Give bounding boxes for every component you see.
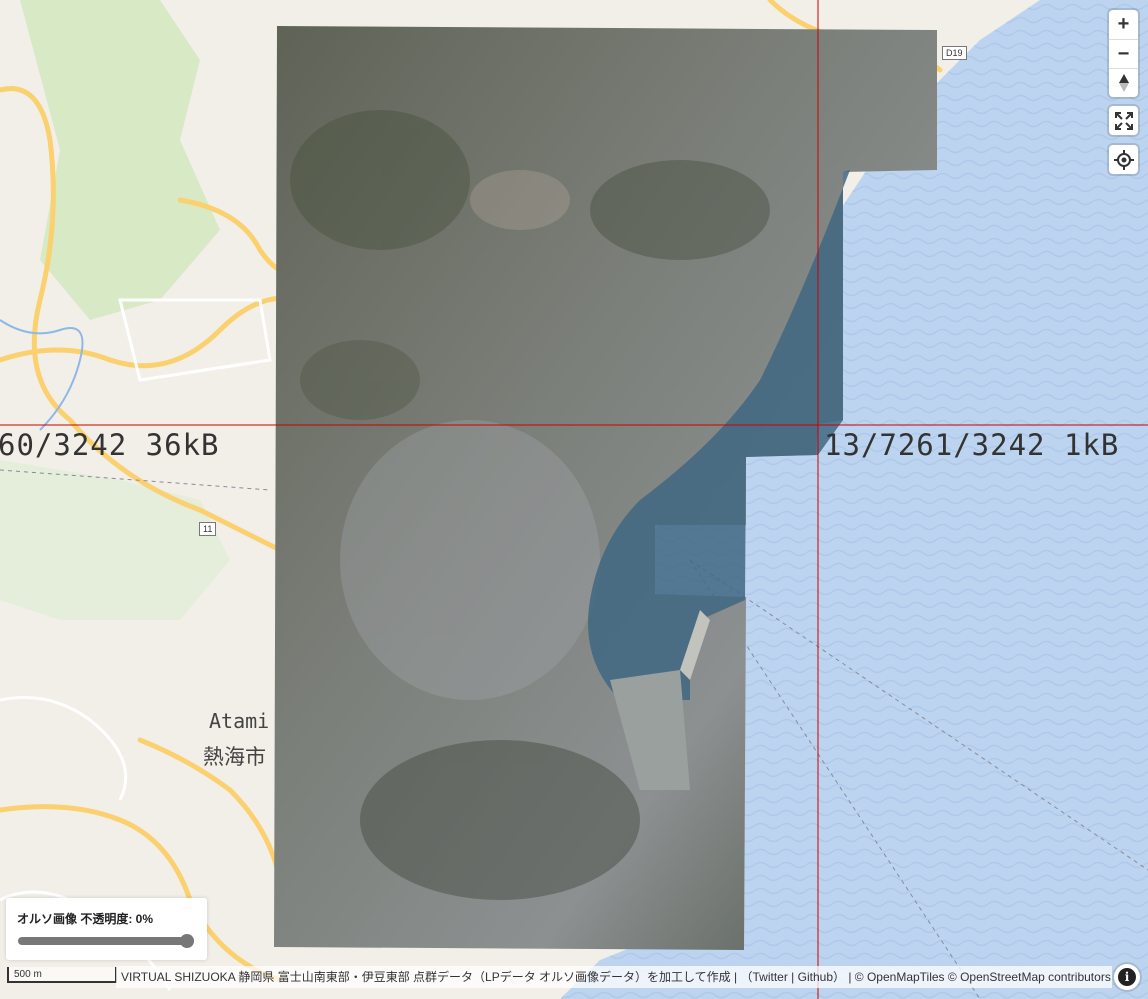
attribution-suffix: | © OpenMapTiles © OpenStreetMap contrib… [848, 970, 1111, 984]
attribution-toggle-button[interactable]: i [1114, 964, 1140, 990]
geolocate-control [1109, 145, 1138, 174]
zoom-in-button[interactable]: + [1109, 10, 1138, 39]
ortho-opacity-panel: オルソ画像 不透明度: 0% [6, 898, 207, 960]
compass-button[interactable] [1109, 68, 1138, 97]
place-label-atami-en: Atami [209, 709, 270, 733]
basemap-layer [0, 0, 1148, 999]
github-link[interactable]: Github [798, 970, 833, 984]
ortho-opacity-slider-thumb[interactable] [180, 934, 194, 948]
attribution-bar: VIRTUAL SHIZUOKA 静岡県 富士山南東部・伊豆東部 点群データ（L… [116, 966, 1112, 988]
attribution-text: VIRTUAL SHIZUOKA 静岡県 富士山南東部・伊豆東部 点群データ（L… [121, 970, 738, 984]
tile-debug-label-right: 13/7261/3242 1kB [824, 428, 1120, 462]
tile-debug-label-left: 60/3242 36kB [0, 428, 220, 462]
fullscreen-control [1109, 106, 1138, 135]
twitter-link[interactable]: Twitter [752, 970, 787, 984]
navigation-control: + − [1109, 10, 1138, 97]
road-shield-d19: D19 [942, 46, 967, 60]
fullscreen-button[interactable] [1109, 106, 1138, 135]
scale-bar: 500 m [7, 967, 117, 983]
ortho-opacity-slider[interactable] [18, 934, 194, 948]
geolocate-button[interactable] [1109, 145, 1138, 174]
map-canvas[interactable]: 60/3242 36kB 13/7261/3242 1kB Atami 熱海市 … [0, 0, 1148, 999]
zoom-out-button[interactable]: − [1109, 39, 1138, 68]
place-label-atami-ja: 熱海市 [203, 745, 266, 769]
fullscreen-icon [1114, 111, 1133, 130]
attribution-separator: | [791, 970, 795, 984]
ortho-opacity-label: オルソ画像 不透明度: 0% [17, 912, 154, 926]
road-shield-11: 11 [199, 522, 217, 536]
info-icon: i [1118, 968, 1136, 986]
locate-icon [1113, 149, 1134, 170]
compass-icon [1118, 74, 1129, 92]
